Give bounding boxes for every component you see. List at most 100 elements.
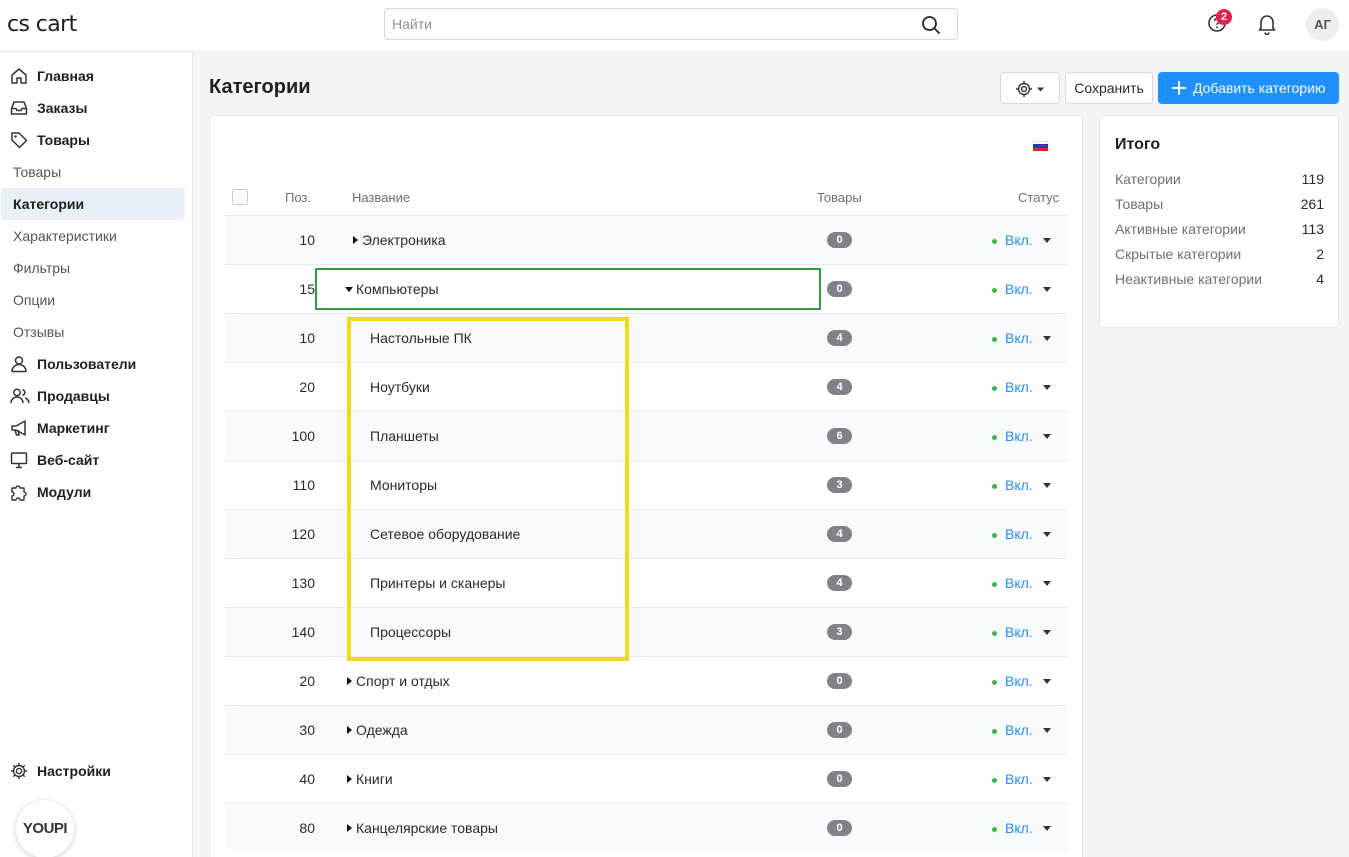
row-actions-caret-icon[interactable] — [1043, 483, 1051, 488]
status-dropdown[interactable]: Вкл. — [1005, 379, 1033, 395]
plus-icon — [1172, 81, 1186, 95]
sidebar-item-label: Опции — [13, 292, 56, 308]
expand-caret-icon[interactable] — [347, 677, 352, 685]
category-name-link[interactable]: Электроника — [362, 232, 446, 248]
position-value[interactable]: 10 — [225, 330, 315, 346]
sidebar-item-marketing[interactable]: Маркетинг — [1, 412, 185, 444]
position-value[interactable]: 80 — [225, 820, 315, 836]
sidebar-subitem-products[interactable]: Товары — [1, 156, 185, 188]
sidebar-subitem-filters[interactable]: Фильтры — [1, 252, 185, 284]
product-count-badge: 0 — [827, 722, 852, 738]
sidebar-item-label: Продавцы — [37, 388, 110, 404]
status-dot-icon — [992, 386, 997, 391]
position-value[interactable]: 110 — [225, 477, 315, 493]
position-value[interactable]: 20 — [225, 673, 315, 689]
row-actions-caret-icon[interactable] — [1043, 581, 1051, 586]
status-dropdown[interactable]: Вкл. — [1005, 575, 1033, 591]
expand-caret-icon[interactable] — [347, 824, 352, 832]
position-value[interactable]: 120 — [225, 526, 315, 542]
expand-caret-icon[interactable] — [353, 236, 358, 244]
status-dropdown[interactable]: Вкл. — [1005, 771, 1033, 787]
sidebar-item-products[interactable]: Товары — [1, 124, 185, 156]
product-count-badge: 0 — [827, 820, 852, 836]
language-flag-icon[interactable] — [1033, 141, 1048, 151]
expand-caret-icon[interactable] — [347, 726, 352, 734]
sidebar-item-website[interactable]: Веб-сайт — [1, 444, 185, 476]
sidebar-item-settings[interactable]: Настройки — [1, 755, 185, 787]
search-icon[interactable] — [921, 15, 941, 35]
row-actions-caret-icon[interactable] — [1043, 385, 1051, 390]
status-dropdown[interactable]: Вкл. — [1005, 281, 1033, 297]
position-value[interactable]: 100 — [225, 428, 315, 444]
settings-dropdown-button[interactable] — [1000, 72, 1060, 104]
column-header-name[interactable]: Название — [352, 190, 410, 205]
row-actions-caret-icon[interactable] — [1043, 434, 1051, 439]
position-value[interactable]: 15 — [225, 281, 315, 297]
product-count-badge: 3 — [827, 624, 852, 640]
column-header-status[interactable]: Статус — [1018, 190, 1059, 205]
row-actions-caret-icon[interactable] — [1043, 630, 1051, 635]
avatar[interactable]: АГ — [1306, 8, 1339, 41]
status-dropdown[interactable]: Вкл. — [1005, 820, 1033, 836]
sidebar-item-vendors[interactable]: Продавцы — [1, 380, 185, 412]
sidebar-subitem-features[interactable]: Характеристики — [1, 220, 185, 252]
sidebar-item-label: Товары — [37, 132, 90, 148]
status-dropdown[interactable]: Вкл. — [1005, 330, 1033, 346]
table-row[interactable]: 20 Спорт и отдых 0 Вкл. — [225, 656, 1067, 705]
row-actions-caret-icon[interactable] — [1043, 679, 1051, 684]
row-actions-caret-icon[interactable] — [1043, 728, 1051, 733]
category-name-link[interactable]: Книги — [356, 771, 393, 787]
sidebar-item-users[interactable]: Пользователи — [1, 348, 185, 380]
category-name-link[interactable]: Одежда — [356, 722, 408, 738]
position-value[interactable]: 30 — [225, 722, 315, 738]
position-value[interactable]: 20 — [225, 379, 315, 395]
product-count-badge: 4 — [827, 330, 852, 346]
add-category-button[interactable]: Добавить категорию — [1158, 72, 1339, 104]
youpi-widget-button[interactable]: YOUPI — [16, 800, 74, 857]
position-value[interactable]: 40 — [225, 771, 315, 787]
sidebar-item-label: Модули — [37, 484, 92, 500]
status-dropdown[interactable]: Вкл. — [1005, 232, 1033, 248]
status-dropdown[interactable]: Вкл. — [1005, 477, 1033, 493]
summary-row: Неактивные категории 4 — [1115, 271, 1324, 287]
position-value[interactable]: 10 — [225, 232, 315, 248]
save-button[interactable]: Сохранить — [1065, 72, 1153, 104]
home-icon — [10, 67, 28, 85]
row-actions-caret-icon[interactable] — [1043, 336, 1051, 341]
row-actions-caret-icon[interactable] — [1043, 826, 1051, 831]
product-count-badge: 0 — [827, 281, 852, 297]
status-dropdown[interactable]: Вкл. — [1005, 428, 1033, 444]
row-actions-caret-icon[interactable] — [1043, 287, 1051, 292]
logo[interactable]: cs cart — [7, 12, 77, 37]
product-count-badge: 4 — [827, 526, 852, 542]
status-dropdown[interactable]: Вкл. — [1005, 722, 1033, 738]
status-dropdown[interactable]: Вкл. — [1005, 673, 1033, 689]
sidebar-item-addons[interactable]: Модули — [1, 476, 185, 508]
status-dropdown[interactable]: Вкл. — [1005, 624, 1033, 640]
category-name-link[interactable]: Спорт и отдых — [356, 673, 450, 689]
sidebar-subitem-categories[interactable]: Категории — [1, 188, 185, 220]
sidebar-item-label: Пользователи — [37, 356, 137, 372]
bell-icon[interactable] — [1257, 13, 1277, 35]
sidebar-subitem-reviews[interactable]: Отзывы — [1, 316, 185, 348]
status-dropdown[interactable]: Вкл. — [1005, 526, 1033, 542]
category-name-link[interactable]: Канцелярские товары — [356, 820, 498, 836]
expand-caret-icon[interactable] — [347, 775, 352, 783]
table-row[interactable]: 80 Канцелярские товары 0 Вкл. — [225, 803, 1067, 852]
table-row[interactable]: 40 Книги 0 Вкл. — [225, 754, 1067, 803]
position-value[interactable]: 130 — [225, 575, 315, 591]
sidebar-item-home[interactable]: Главная — [1, 60, 185, 92]
sidebar-item-orders[interactable]: Заказы — [1, 92, 185, 124]
column-header-position[interactable]: Поз. — [285, 190, 311, 205]
column-header-products[interactable]: Товары — [817, 190, 862, 205]
table-row[interactable]: 10 Электроника 0 Вкл. — [225, 215, 1067, 264]
sidebar-item-label: Отзывы — [13, 324, 65, 340]
table-row[interactable]: 30 Одежда 0 Вкл. — [225, 705, 1067, 754]
row-actions-caret-icon[interactable] — [1043, 238, 1051, 243]
sidebar-subitem-options[interactable]: Опции — [1, 284, 185, 316]
position-value[interactable]: 140 — [225, 624, 315, 640]
row-actions-caret-icon[interactable] — [1043, 777, 1051, 782]
search-input[interactable] — [385, 9, 905, 39]
select-all-checkbox[interactable] — [232, 189, 248, 205]
row-actions-caret-icon[interactable] — [1043, 532, 1051, 537]
